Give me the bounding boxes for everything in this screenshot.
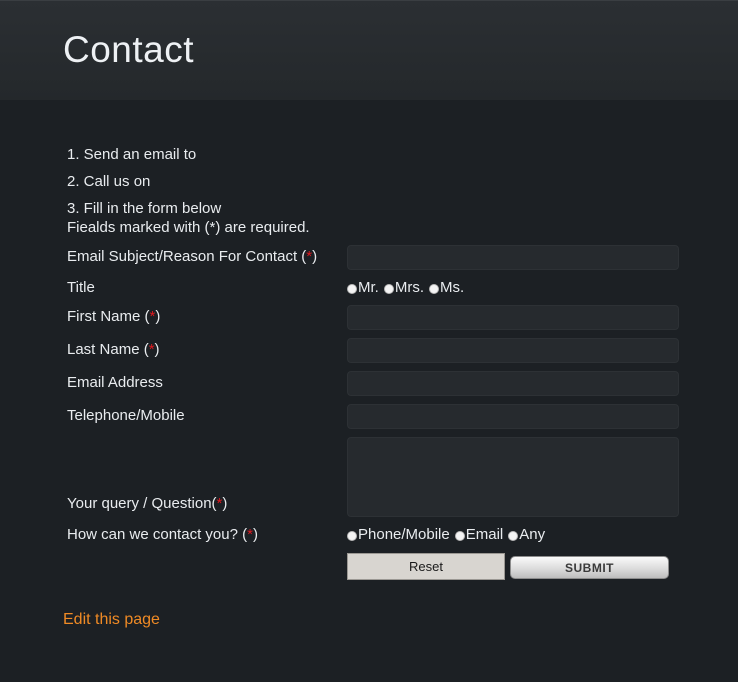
- page-header: Contact: [0, 0, 738, 102]
- title-option-mrs[interactable]: Mrs.: [383, 279, 424, 296]
- contact-radio-group: Phone/Mobile Email Any: [347, 526, 550, 543]
- step-form: 3. Fill in the form below: [67, 200, 222, 217]
- first-name-label: First Name (*): [67, 308, 161, 325]
- edit-page-link[interactable]: Edit this page: [63, 611, 160, 629]
- last-name-input[interactable]: [347, 338, 679, 363]
- email-label: Email Address: [67, 374, 163, 391]
- contact-option-email[interactable]: Email: [454, 526, 503, 543]
- submit-button[interactable]: SUBMIT: [510, 556, 669, 579]
- required-note: Fiealds marked with (*) are required.: [67, 219, 310, 236]
- radio-email[interactable]: [454, 530, 465, 541]
- first-name-input[interactable]: [347, 305, 679, 330]
- contact-method-label: How can we contact you? (*): [67, 526, 258, 543]
- last-name-label: Last Name (*): [67, 341, 160, 358]
- subject-label: Email Subject/Reason For Contact (*): [67, 248, 318, 265]
- phone-input[interactable]: [347, 404, 679, 429]
- step-call: 2. Call us on: [67, 173, 151, 190]
- query-textarea[interactable]: [347, 437, 679, 517]
- radio-ms[interactable]: [429, 283, 440, 294]
- radio-phone[interactable]: [347, 530, 357, 541]
- radio-mrs[interactable]: [383, 283, 394, 294]
- contact-option-any[interactable]: Any: [508, 526, 545, 543]
- page-title: Contact: [63, 29, 195, 70]
- title-option-ms[interactable]: Ms.: [429, 279, 464, 296]
- subject-input[interactable]: [347, 245, 679, 270]
- radio-any[interactable]: [508, 530, 519, 541]
- contact-page: Contact 1. Send an email to 2. Call us o…: [0, 0, 738, 682]
- query-label: Your query / Question(*): [67, 495, 228, 512]
- contact-option-phone[interactable]: Phone/Mobile: [347, 526, 450, 543]
- step-email: 1. Send an email to: [67, 146, 197, 163]
- phone-label: Telephone/Mobile: [67, 407, 185, 424]
- email-input[interactable]: [347, 371, 679, 396]
- reset-button[interactable]: Reset: [347, 553, 505, 580]
- radio-mr[interactable]: [347, 283, 357, 294]
- title-option-mr[interactable]: Mr.: [347, 279, 379, 296]
- title-label: Title: [67, 279, 95, 296]
- title-radio-group: Mr. Mrs. Ms.: [347, 279, 469, 296]
